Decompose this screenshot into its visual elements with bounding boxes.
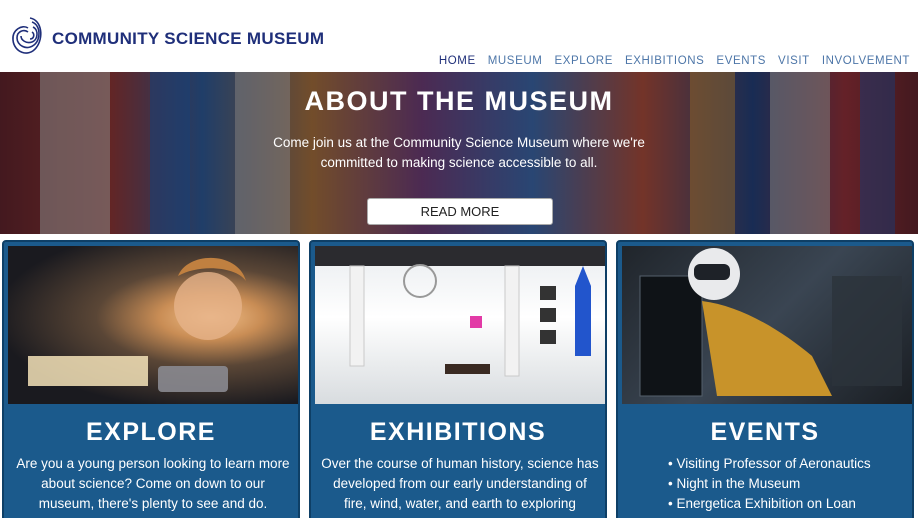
events-card[interactable]: EVENTS Visiting Professor of Aeronautics… — [616, 240, 914, 518]
hero-description: Come join us at the Community Science Mu… — [273, 135, 645, 170]
hero-title: ABOUT THE MUSEUM — [304, 86, 614, 116]
explore-title[interactable]: EXPLORE — [4, 418, 298, 447]
list-item[interactable]: Energetica Exhibition on Loan — [668, 494, 908, 514]
nav-involvement[interactable]: INVOLVEMENT — [822, 55, 910, 67]
exhibitions-text: Over the course of human history, scienc… — [321, 456, 599, 518]
explore-card[interactable]: EXPLORE Are you a young person looking t… — [2, 240, 300, 518]
exhibitions-image[interactable] — [315, 246, 605, 404]
nav-explore[interactable]: EXPLORE — [554, 55, 613, 67]
site-header: COMMUNITY SCIENCE MUSEUM HOME MUSEUM EXP… — [0, 0, 918, 72]
list-item[interactable]: Visiting Professor of Aeronautics — [668, 454, 908, 474]
list-item[interactable]: Night in the Museum — [668, 474, 908, 494]
site-title[interactable]: COMMUNITY SCIENCE MUSEUM — [52, 29, 324, 49]
feature-cards: EXPLORE Are you a young person looking t… — [0, 234, 918, 518]
nav-museum[interactable]: MUSEUM — [488, 55, 543, 67]
exhibitions-card[interactable]: EXHIBITIONS Over the course of human his… — [309, 240, 607, 518]
nav-visit[interactable]: VISIT — [778, 55, 810, 67]
hero-banner: ABOUT THE MUSEUM Come join us at the Com… — [0, 72, 918, 234]
explore-image[interactable] — [8, 246, 298, 404]
exhibitions-title[interactable]: EXHIBITIONS — [311, 418, 605, 447]
spiral-logo-icon[interactable] — [10, 12, 46, 60]
read-more-button[interactable]: READ MORE — [367, 198, 553, 225]
nav-exhibitions[interactable]: EXHIBITIONS — [625, 55, 704, 67]
events-list: Visiting Professor of Aeronautics Night … — [668, 454, 908, 514]
events-image[interactable] — [622, 246, 912, 404]
nav-events[interactable]: EVENTS — [716, 55, 766, 67]
main-nav: HOME MUSEUM EXPLORE EXHIBITIONS EVENTS V… — [439, 55, 910, 67]
events-title[interactable]: EVENTS — [618, 418, 912, 447]
nav-home[interactable]: HOME — [439, 55, 476, 67]
explore-text: Are you a young person looking to learn … — [16, 456, 290, 511]
